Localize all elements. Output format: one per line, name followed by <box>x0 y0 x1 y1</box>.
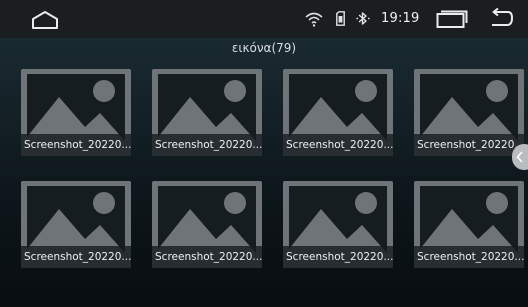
chevron-left-icon <box>516 151 523 163</box>
filename-ellipsis: ... <box>383 251 393 263</box>
image-thumbnail[interactable]: Screenshot_20220... <box>283 181 393 268</box>
thumbnail-label: Screenshot_20220... <box>414 134 524 156</box>
status-clock: 19:19 <box>381 11 420 26</box>
thumbnail-label: Screenshot_20220... <box>152 134 262 156</box>
filename-ellipsis: ... <box>252 139 262 151</box>
filename-ellipsis: ... <box>514 251 524 263</box>
home-icon[interactable] <box>30 10 60 30</box>
image-thumbnail[interactable]: Screenshot_20220... <box>414 181 524 268</box>
thumbnail-label: Screenshot_20220... <box>283 134 393 156</box>
gallery-screen: 19:19 εικόνα(79) Screenshot_20220... Scre… <box>0 0 528 307</box>
thumbnail-label: Screenshot_20220... <box>21 134 131 156</box>
thumbnail-label: Screenshot_20220... <box>152 246 262 268</box>
thumbnail-label: Screenshot_20220... <box>414 246 524 268</box>
filename-ellipsis: ... <box>252 251 262 263</box>
filename-text: Screenshot_20220 <box>155 251 253 263</box>
filename-ellipsis: ... <box>121 139 131 151</box>
filename-text: Screenshot_20220 <box>24 251 122 263</box>
image-thumbnail[interactable]: Screenshot_20220... <box>283 69 393 156</box>
thumbnail-label: Screenshot_20220... <box>283 246 393 268</box>
sim-card-icon <box>336 11 345 26</box>
image-thumbnail[interactable]: Screenshot_20220... <box>152 181 262 268</box>
filename-text: Screenshot_20220 <box>286 139 384 151</box>
edge-handle[interactable] <box>512 144 528 170</box>
thumbnail-label: Screenshot_20220... <box>21 246 131 268</box>
wifi-icon <box>305 12 323 27</box>
recent-apps-icon[interactable] <box>436 10 468 29</box>
status-bar: 19:19 <box>0 0 528 38</box>
filename-text: Screenshot_20220 <box>417 251 515 263</box>
filename-ellipsis: ... <box>121 251 131 263</box>
bluetooth-icon <box>356 12 370 25</box>
image-thumbnail[interactable]: Screenshot_20220... <box>414 69 524 156</box>
filename-text: Screenshot_20220 <box>24 139 122 151</box>
image-thumbnail[interactable]: Screenshot_20220... <box>152 69 262 156</box>
filename-text: Screenshot_20220 <box>417 139 515 151</box>
filename-text: Screenshot_20220 <box>155 139 253 151</box>
back-icon[interactable] <box>490 8 514 28</box>
gallery-title: εικόνα(79) <box>231 41 297 55</box>
image-thumbnail[interactable]: Screenshot_20220... <box>21 69 131 156</box>
image-thumbnail[interactable]: Screenshot_20220... <box>21 181 131 268</box>
filename-ellipsis: ... <box>383 139 393 151</box>
filename-text: Screenshot_20220 <box>286 251 384 263</box>
